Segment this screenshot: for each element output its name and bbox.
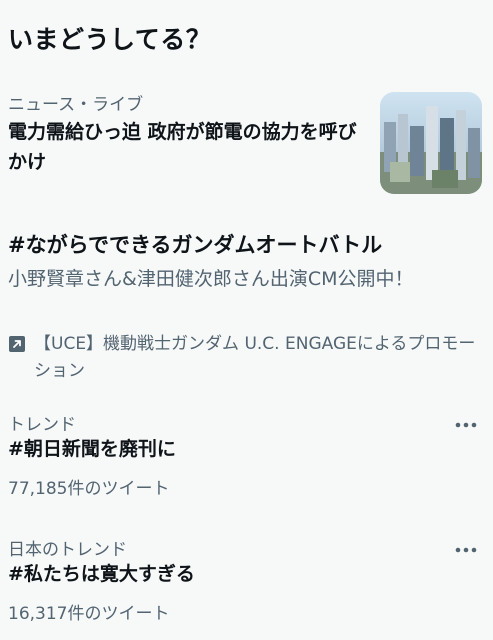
more-icon [455, 547, 477, 553]
trend-item[interactable]: トレンド #朝日新聞を廃刊に 77,185件のツイート [0, 414, 493, 524]
promoted-by-line[interactable]: 【UCE】機動戦士ガンダム U.C. ENGAGEによるプロモーション [8, 331, 486, 385]
panel-title: いまどうしてる？ [8, 25, 212, 54]
news-thumbnail [380, 92, 482, 194]
more-options-button[interactable] [446, 539, 486, 561]
trend-context: 日本のトレンド [8, 540, 127, 560]
promoted-by-text: 【UCE】機動戦士ガンダム U.C. ENGAGEによるプロモーション [34, 334, 476, 381]
trend-tweet-count: 77,185件のツイート [8, 479, 170, 499]
news-category: ニュース・ライブ [8, 95, 144, 115]
trend-tweet-count: 16,317件のツイート [8, 604, 170, 624]
promoted-headline: #ながらでできるガンダムオートバトル [8, 233, 383, 257]
promoted-arrow-icon [8, 335, 26, 353]
trend-context: トレンド [8, 415, 76, 435]
trend-name: #朝日新聞を廃刊に [8, 438, 176, 460]
trend-name: #私たちは寛大すぎる [8, 563, 195, 585]
promoted-item[interactable]: #ながらでできるガンダムオートバトル 小野賢章さん&津田健次郎さん出演CM公開中… [0, 228, 493, 388]
trends-panel: いまどうしてる？ ニュース・ライブ 電力需給ひっ迫 政府が節電の協力を呼びかけ [0, 0, 493, 640]
trend-item[interactable]: 日本のトレンド #私たちは寛大すぎる 16,317件のツイート [0, 539, 493, 640]
promoted-description: 小野賢章さん&津田健次郎さん出演CM公開中！ [8, 268, 414, 290]
more-icon [455, 422, 477, 428]
more-options-button[interactable] [446, 414, 486, 436]
news-headline: 電力需給ひっ迫 政府が節電の協力を呼びかけ [8, 121, 357, 173]
news-item[interactable]: ニュース・ライブ 電力需給ひっ迫 政府が節電の協力を呼びかけ [0, 92, 493, 202]
